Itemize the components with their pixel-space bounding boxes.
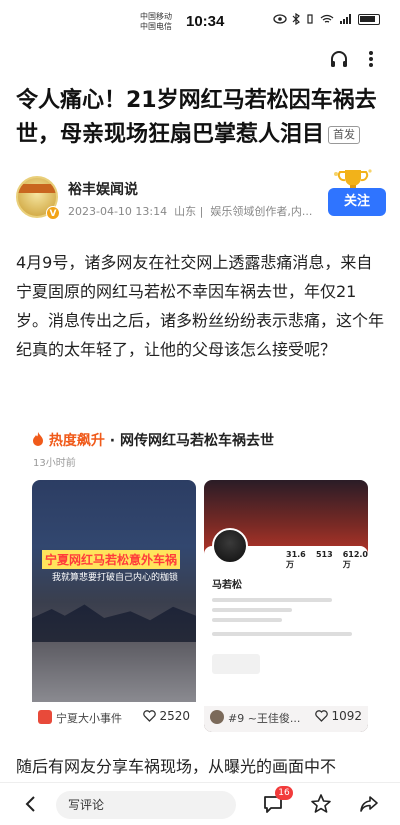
first-publish-badge: 首发 — [328, 126, 361, 144]
trending-time: 13小时前 — [33, 458, 76, 469]
profile-stat-1: 31.6万 — [286, 550, 306, 569]
status-bar: 中国移动 中国电信 10:34 — [0, 0, 400, 42]
carrier-2: 中国电信 — [140, 22, 172, 31]
battery-icon — [358, 13, 380, 25]
card-footer: #9 ~王佳俊... 1092 — [204, 702, 368, 732]
profile-stats: 31.6万 513 612.0万 — [286, 550, 368, 570]
comment-input[interactable]: 写评论 — [56, 791, 236, 819]
card-likes-count: 2520 — [159, 709, 190, 723]
thumbnail-overlay-title: 宁夏网红马若松意外车祸 — [42, 550, 181, 569]
card-likes: 2520 — [143, 709, 190, 723]
profile-stat-3: 612.0万 — [342, 550, 368, 569]
card-source: 宁夏大小事件 — [56, 712, 122, 725]
profile-text-line — [212, 598, 332, 602]
carrier-info: 中国移动 中国电信 — [140, 12, 172, 32]
comment-count-badge: 16 — [275, 786, 293, 800]
author-name[interactable]: 裕丰娱闻说 — [68, 179, 138, 199]
verified-badge-icon: V — [46, 206, 60, 220]
profile-live-button — [212, 654, 260, 674]
clock: 10:34 — [186, 13, 225, 30]
card-likes: 1092 — [315, 709, 362, 723]
thumbnail-street — [32, 642, 196, 702]
thumbnail-buildings — [32, 604, 196, 645]
status-icons — [273, 13, 380, 25]
trending-header[interactable]: 热度飙升 · 网传网红马若松车祸去世 — [32, 430, 274, 450]
heart-icon — [315, 710, 329, 722]
profile-text-line — [212, 632, 352, 636]
vibrate-icon — [307, 14, 313, 24]
back-icon[interactable] — [20, 793, 42, 815]
more-icon[interactable] — [360, 48, 382, 70]
avatar-banner — [18, 184, 56, 193]
bottom-bar: 写评论 16 — [0, 782, 400, 825]
video-thumbnail-street: 宁夏网红马若松意外车祸 我就算悲要打破自己内心的枷锁 — [32, 480, 196, 702]
publish-location: 山东 — [174, 205, 197, 218]
source-avatar-icon — [38, 710, 52, 724]
video-card-2[interactable]: 31.6万 513 612.0万 马若松 #9 ~王佳俊... 1092 — [204, 480, 368, 732]
flame-icon — [33, 432, 43, 446]
author-tag: 娱乐领域创作者,内... — [210, 205, 313, 218]
top-nav — [0, 42, 400, 78]
video-thumbnail-sunset: 31.6万 513 612.0万 马若松 — [204, 480, 368, 732]
profile-avatar — [212, 528, 248, 564]
video-card-1[interactable]: 宁夏网红马若松意外车祸 我就算悲要打破自己内心的枷锁 宁夏大小事件 2520 — [32, 480, 196, 732]
card-source: #9 ~王佳俊... — [228, 712, 301, 725]
eye-icon — [273, 14, 287, 24]
article-paragraph-2: 随后有网友分享车祸现场，从曝光的画面中不 — [16, 757, 337, 776]
wifi-icon — [320, 14, 334, 23]
author-row: V 裕丰娱闻说 2023-04-10 13:14 山东 | 娱乐领域创作者,内.… — [16, 169, 386, 224]
share-icon[interactable] — [358, 793, 380, 815]
follow-button[interactable]: 关注 — [328, 188, 386, 216]
article-paragraph-1: 4月9号，诸多网友在社交网上透露悲痛消息，来自宁夏固原的网红马若松不幸因车祸去世… — [16, 253, 385, 359]
article-title-text: 令人痛心！21岁网红马若松因车祸去世，母亲现场狂扇巴掌惹人泪目 — [16, 88, 377, 147]
card-footer: 宁夏大小事件 2520 — [32, 702, 196, 732]
card-likes-count: 1092 — [331, 709, 362, 723]
author-meta: 2023-04-10 13:14 山东 | 娱乐领域创作者,内... — [68, 205, 313, 218]
article-title: 令人痛心！21岁网红马若松因车祸去世，母亲现场狂扇巴掌惹人泪目 首发 — [16, 84, 386, 152]
heart-icon — [143, 710, 157, 722]
profile-text-line — [212, 608, 292, 612]
star-icon[interactable] — [310, 793, 332, 815]
trending-topic: 网传网红马若松车祸去世 — [119, 433, 274, 449]
signal-icon — [340, 14, 351, 24]
headphone-icon[interactable] — [328, 48, 350, 70]
profile-name: 马若松 — [212, 580, 242, 591]
profile-text-line — [212, 618, 282, 622]
profile-stat-2: 513 — [315, 550, 333, 559]
profile-panel: 31.6万 513 612.0万 马若松 — [204, 528, 368, 706]
publish-date: 2023-04-10 13:14 — [68, 205, 168, 218]
carrier-1: 中国移动 — [140, 12, 172, 21]
trending-hot-label: 热度飙升 — [48, 433, 105, 449]
trending-separator: · — [109, 433, 116, 449]
source-avatar-icon — [210, 710, 224, 724]
thumbnail-overlay-subtitle: 我就算悲要打破自己内心的枷锁 — [51, 573, 178, 583]
bluetooth-icon — [292, 13, 300, 25]
